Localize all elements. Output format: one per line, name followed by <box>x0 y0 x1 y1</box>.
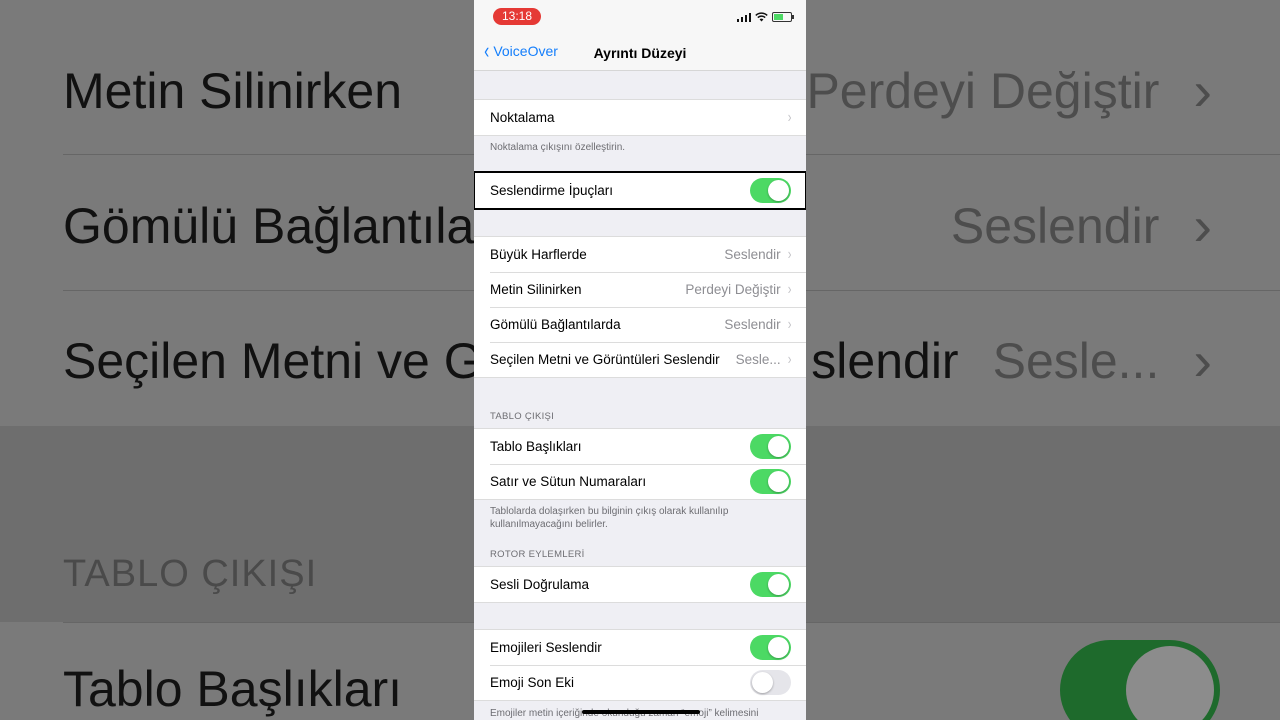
row-column-numbers-row[interactable]: Satır ve Sütun Numaraları <box>474 464 806 499</box>
row-label: Seçilen Metni ve Görüntüleri Seslendir <box>490 352 720 367</box>
chevron-right-icon: › <box>787 245 792 263</box>
bg-row-label: Tablo Başlıkları <box>63 661 403 717</box>
row-label: Büyük Harflerde <box>490 247 587 262</box>
table-output-group: Tablo Başlıkları Satır ve Sütun Numarala… <box>474 428 806 500</box>
battery-charging-icon <box>772 12 794 22</box>
speech-group: Büyük Harflerde Seslendir › Metin Silini… <box>474 236 806 378</box>
status-time: 13:18 <box>493 8 541 25</box>
row-label: Tablo Başlıkları <box>490 439 582 454</box>
row-value: Perdeyi Değiştir <box>685 282 781 297</box>
table-headers-toggle[interactable] <box>750 434 791 459</box>
row-value: Sesle... <box>735 352 781 367</box>
home-indicator[interactable] <box>582 710 700 714</box>
bg-row-value: Sesle... <box>992 332 1160 389</box>
chevron-right-icon: › <box>787 280 792 298</box>
row-label: Seslendirme İpuçları <box>490 183 614 198</box>
row-value: Seslendir <box>724 317 781 332</box>
selected-text-row[interactable]: Seçilen Metni ve Görüntüleri Seslendir S… <box>474 342 806 377</box>
navigation-bar: ‹ VoiceOver Ayrıntı Düzeyi <box>474 36 806 71</box>
chevron-right-icon: › <box>787 108 792 126</box>
chevron-right-icon: › <box>1193 194 1212 257</box>
wifi-icon <box>755 12 768 22</box>
speak-emoji-toggle[interactable] <box>750 635 791 660</box>
cellular-signal-icon <box>736 12 751 22</box>
capital-letters-row[interactable]: Büyük Harflerde Seslendir › <box>474 237 806 272</box>
bg-toggle-switch <box>1060 640 1220 720</box>
rotor-actions-header: ROTOR EYLEMLERİ <box>490 549 585 560</box>
bg-row-label: Metin Silinirken <box>63 62 403 119</box>
row-column-numbers-toggle[interactable] <box>750 469 791 494</box>
table-output-footer: Tablolarda dolaşırken bu bilginin çıkış … <box>490 506 729 530</box>
status-bar: 13:18 <box>474 0 806 36</box>
audio-confirmation-toggle[interactable] <box>750 572 791 597</box>
row-label: Sesli Doğrulama <box>490 577 590 592</box>
table-output-header: TABLO ÇIKIŞI <box>490 411 555 422</box>
bg-row-label: Gömülü Bağlantıla <box>63 197 475 254</box>
audio-confirmation-row[interactable]: Sesli Doğrulama <box>474 567 806 602</box>
bg-row-value: Perdeyi Değiştir <box>806 62 1160 119</box>
row-label: Emojileri Seslendir <box>490 640 602 655</box>
row-label: Gömülü Bağlantılarda <box>490 317 621 332</box>
chevron-right-icon: › <box>1193 59 1212 122</box>
emoji-suffix-toggle[interactable] <box>750 670 791 695</box>
phone-screen: 13:18 ‹ VoiceOver Ayrıntı Düzeyi Noktala… <box>474 0 806 720</box>
chevron-right-icon: › <box>787 350 792 368</box>
punctuation-row[interactable]: Noktalama › <box>474 100 806 135</box>
status-icons <box>736 12 794 22</box>
speak-emoji-row[interactable]: Emojileri Seslendir <box>474 630 806 665</box>
bg-row-value: Seslendir <box>950 197 1160 254</box>
chevron-right-icon: › <box>1193 329 1212 392</box>
embedded-links-row[interactable]: Gömülü Bağlantılarda Seslendir › <box>474 307 806 342</box>
row-label: Emoji Son Eki <box>490 675 575 690</box>
table-headers-row[interactable]: Tablo Başlıkları <box>474 429 806 464</box>
speak-hints-toggle[interactable] <box>750 178 791 203</box>
page-title: Ayrıntı Düzeyi <box>593 45 687 61</box>
chevron-right-icon: › <box>787 315 792 333</box>
punctuation-group: Noktalama › <box>474 99 806 136</box>
speak-hints-group: Seslendirme İpuçları <box>474 171 806 210</box>
row-value: Seslendir <box>724 247 781 262</box>
speak-hints-row[interactable]: Seslendirme İpuçları <box>474 173 806 208</box>
row-label: Noktalama <box>490 110 555 125</box>
row-label: Metin Silinirken <box>490 282 582 297</box>
emoji-suffix-row[interactable]: Emoji Son Eki <box>474 665 806 700</box>
rotor-group: Sesli Doğrulama <box>474 566 806 603</box>
punctuation-footer: Noktalama çıkışını özelleştirin. <box>490 142 626 153</box>
emoji-group: Emojileri Seslendir Emoji Son Eki <box>474 629 806 701</box>
row-label: Satır ve Sütun Numaraları <box>490 474 647 489</box>
bg-section-header: TABLO ÇIKIŞI <box>63 553 318 595</box>
bg-row-label: Seçilen Metni ve G <box>63 332 483 389</box>
deleting-text-row[interactable]: Metin Silinirken Perdeyi Değiştir › <box>474 272 806 307</box>
bg-row-label-tail: slendir <box>811 332 959 389</box>
